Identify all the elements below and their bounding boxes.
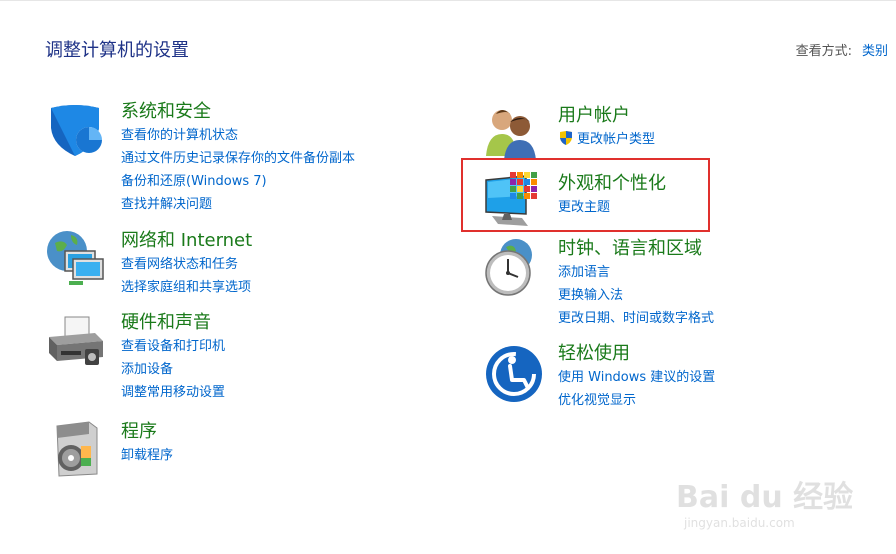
watermark-sub: jingyan.baidu.com — [684, 516, 795, 530]
category-title-system-security[interactable]: 系统和安全 — [121, 100, 461, 124]
link-add-device[interactable]: 添加设备 — [121, 358, 461, 381]
view-by-dropdown[interactable]: 类别 — [862, 44, 888, 59]
category-title-hardware-sound[interactable]: 硬件和声音 — [121, 311, 461, 335]
uac-shield-icon — [558, 130, 574, 154]
page-title: 调整计算机的设置 — [45, 40, 189, 61]
programs-disc-icon — [45, 420, 105, 480]
baidu-watermark: Bai du 经验 jingyan.baidu.com — [676, 458, 856, 538]
category-title-ease-of-access[interactable]: 轻松使用 — [558, 342, 896, 366]
link-view-computer-status[interactable]: 查看你的计算机状态 — [121, 124, 461, 147]
category-title-programs[interactable]: 程序 — [121, 420, 461, 444]
link-add-language[interactable]: 添加语言 — [558, 261, 896, 284]
link-change-input-method[interactable]: 更换输入法 — [558, 284, 896, 307]
top-divider — [0, 0, 896, 1]
link-troubleshoot[interactable]: 查找并解决问题 — [121, 193, 461, 216]
users-icon — [482, 104, 542, 164]
link-devices-printers[interactable]: 查看设备和打印机 — [121, 335, 461, 358]
ease-of-access-icon — [482, 342, 542, 402]
link-uninstall-program[interactable]: 卸载程序 — [121, 444, 461, 467]
link-change-date-time-format[interactable]: 更改日期、时间或数字格式 — [558, 307, 896, 330]
link-file-history-backup[interactable]: 通过文件历史记录保存你的文件备份副本 — [121, 147, 461, 170]
link-recommended-settings[interactable]: 使用 Windows 建议的设置 — [558, 366, 896, 389]
link-optimize-visual-display[interactable]: 优化视觉显示 — [558, 389, 896, 412]
link-homegroup-sharing[interactable]: 选择家庭组和共享选项 — [121, 276, 461, 299]
link-backup-restore[interactable]: 备份和还原(Windows 7) — [121, 170, 461, 193]
globe-network-icon — [45, 229, 105, 289]
link-network-status[interactable]: 查看网络状态和任务 — [121, 253, 461, 276]
watermark-main: Bai du 经验 — [676, 480, 854, 515]
category-title-network-internet[interactable]: 网络和 Internet — [121, 229, 461, 253]
printer-icon — [45, 311, 105, 371]
link-change-account-type-label: 更改帐户类型 — [577, 132, 656, 147]
link-mobility-settings[interactable]: 调整常用移动设置 — [121, 381, 461, 404]
shield-icon — [45, 100, 105, 160]
category-title-user-accounts[interactable]: 用户帐户 — [558, 104, 896, 128]
clock-globe-icon — [482, 237, 542, 297]
category-title-clock-language-region[interactable]: 时钟、语言和区域 — [558, 237, 896, 261]
highlight-box — [461, 158, 710, 232]
view-by: 查看方式: 类别 — [796, 40, 888, 59]
view-by-label: 查看方式: — [795, 44, 852, 59]
link-change-account-type[interactable]: 更改帐户类型 — [558, 128, 896, 154]
